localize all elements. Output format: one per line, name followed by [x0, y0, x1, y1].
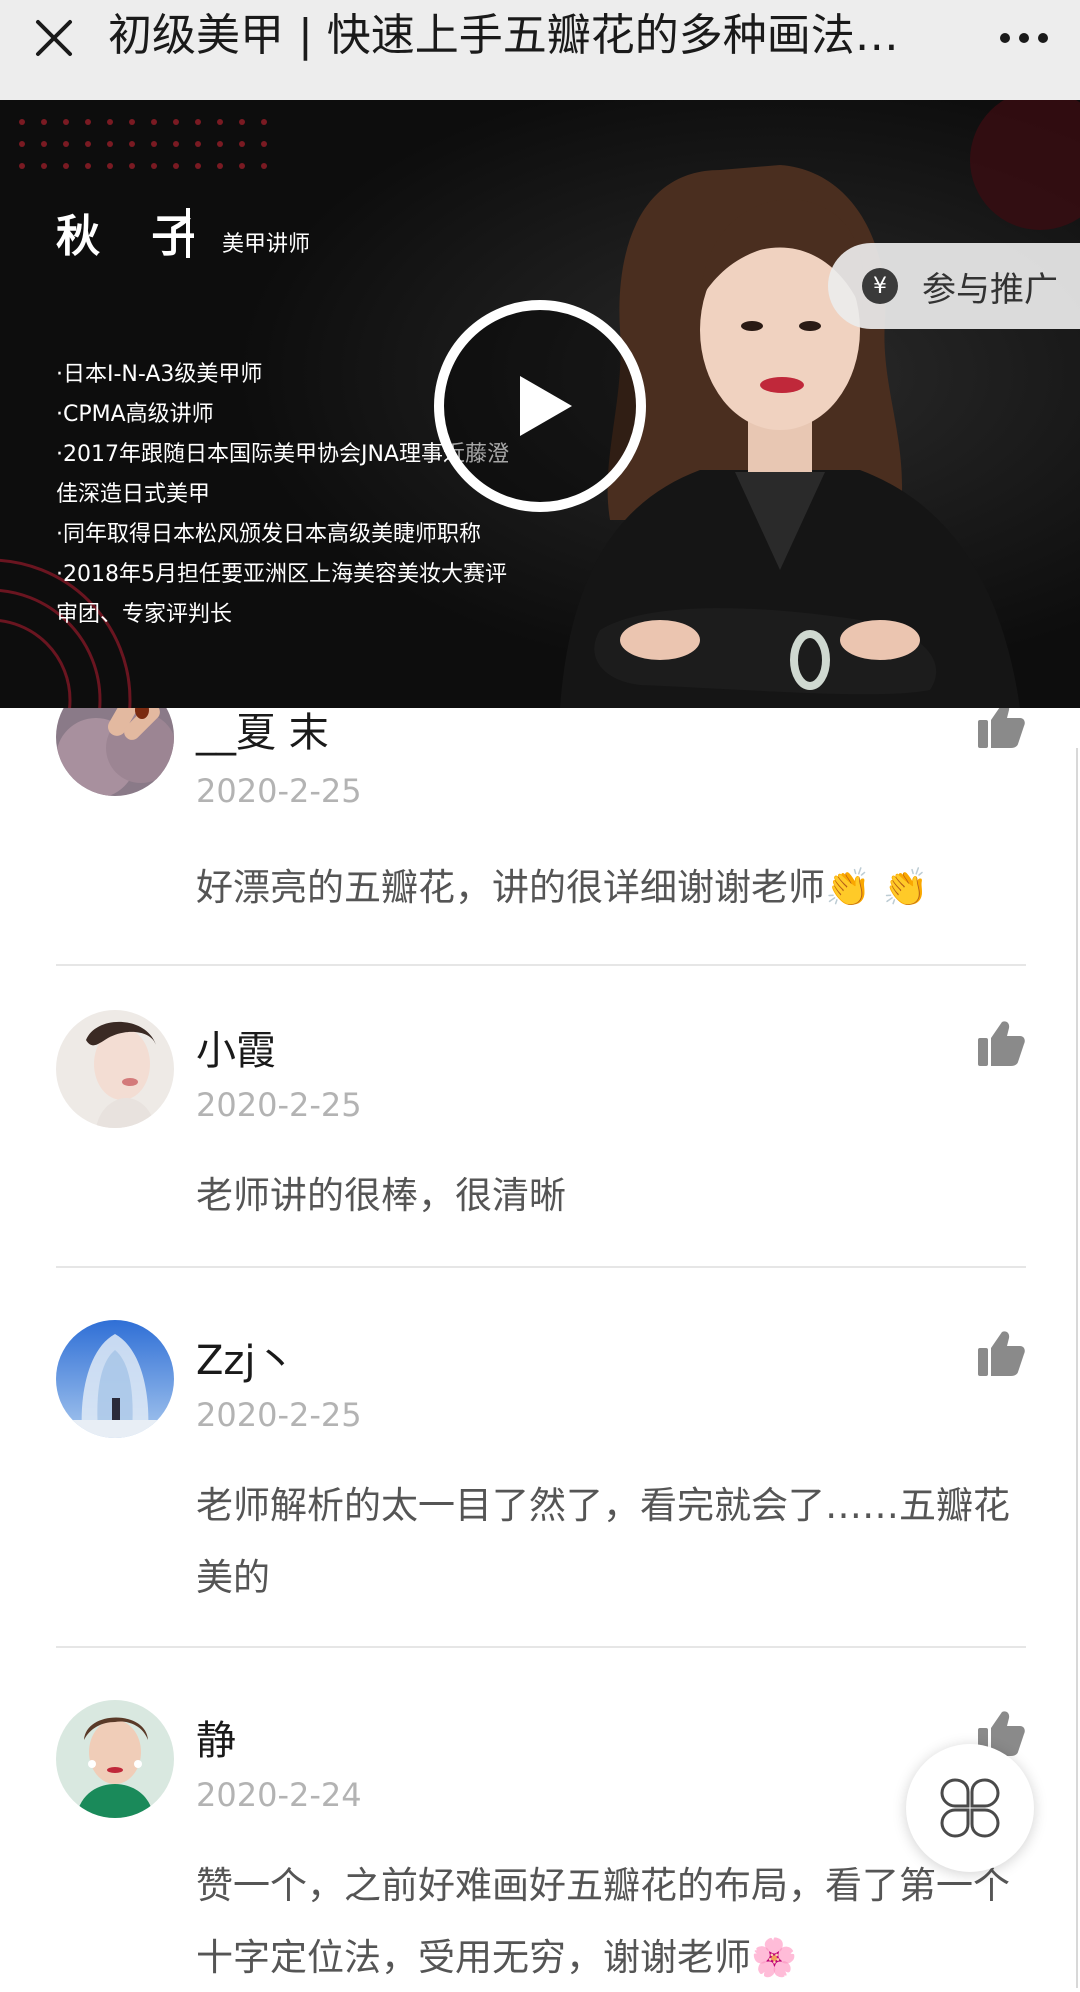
credential-line: 审团、专家评判长 — [56, 602, 233, 627]
comment-text: 老师讲的很棒，很清晰 — [196, 1174, 566, 1217]
divider — [56, 964, 1026, 966]
avatar[interactable] — [56, 708, 174, 796]
video-player[interactable]: 秋 子 美甲讲师 ·日本I-N-A3级美甲师 ·CPMA高级讲师 ·2017年跟… — [0, 100, 1080, 708]
close-button[interactable] — [28, 12, 80, 64]
comment-author: Zzj丶 — [196, 1338, 296, 1384]
name-divider — [186, 208, 190, 258]
thumbs-up-icon[interactable] — [976, 1328, 1026, 1378]
thumbs-up-icon[interactable] — [976, 1018, 1026, 1068]
credential-line: ·2018年5月担任要亚洲区上海美容美妆大赛评 — [56, 562, 507, 587]
comment-date: 2020-2-25 — [196, 772, 362, 810]
top-bar: 初级美甲 | 快速上手五瓣花的多种画法… — [0, 0, 1080, 100]
avatar[interactable] — [56, 1320, 174, 1438]
play-button[interactable] — [434, 300, 646, 512]
thumbs-up-icon[interactable] — [976, 708, 1026, 750]
page-title: 初级美甲 | 快速上手五瓣花的多种画法… — [108, 10, 899, 61]
divider — [56, 1266, 1026, 1268]
divider — [56, 1646, 1026, 1648]
play-icon — [520, 376, 572, 436]
instructor-role: 美甲讲师 — [222, 232, 311, 257]
floating-menu-button[interactable] — [906, 1744, 1034, 1872]
comment-date: 2020-2-25 — [196, 1396, 362, 1434]
comment-author: 小霞 — [196, 1028, 276, 1074]
comment-text: 赞一个，之前好难画好五瓣花的布局，看了第一个十字定位法，受用无穷，谢谢老师🌸 — [196, 1864, 1010, 1979]
promote-button[interactable]: ¥ 参与推广 — [828, 243, 1080, 329]
comment-author: __夏 末 — [196, 710, 329, 756]
close-icon — [36, 20, 72, 56]
clover-menu-icon — [940, 1778, 1000, 1838]
credential-line: ·同年取得日本松风颁发日本高级美睫师职称 — [56, 522, 481, 547]
comment-text: 老师解析的太一目了然了，看完就会了……五瓣花美的 — [196, 1484, 1010, 1599]
yen-icon: ¥ — [862, 268, 898, 304]
scrollbar[interactable] — [1076, 748, 1078, 1988]
avatar[interactable] — [56, 1700, 174, 1818]
more-button[interactable] — [994, 12, 1054, 64]
comment-date: 2020-2-24 — [196, 1776, 362, 1814]
promote-label: 参与推广 — [922, 269, 1058, 310]
comment-date: 2020-2-25 — [196, 1086, 362, 1124]
avatar[interactable] — [56, 1010, 174, 1128]
comment-author: 静 — [196, 1718, 236, 1764]
more-icon — [1000, 33, 1048, 43]
comment-text: 好漂亮的五瓣花，讲的很详细谢谢老师👏 👏 — [196, 866, 929, 909]
